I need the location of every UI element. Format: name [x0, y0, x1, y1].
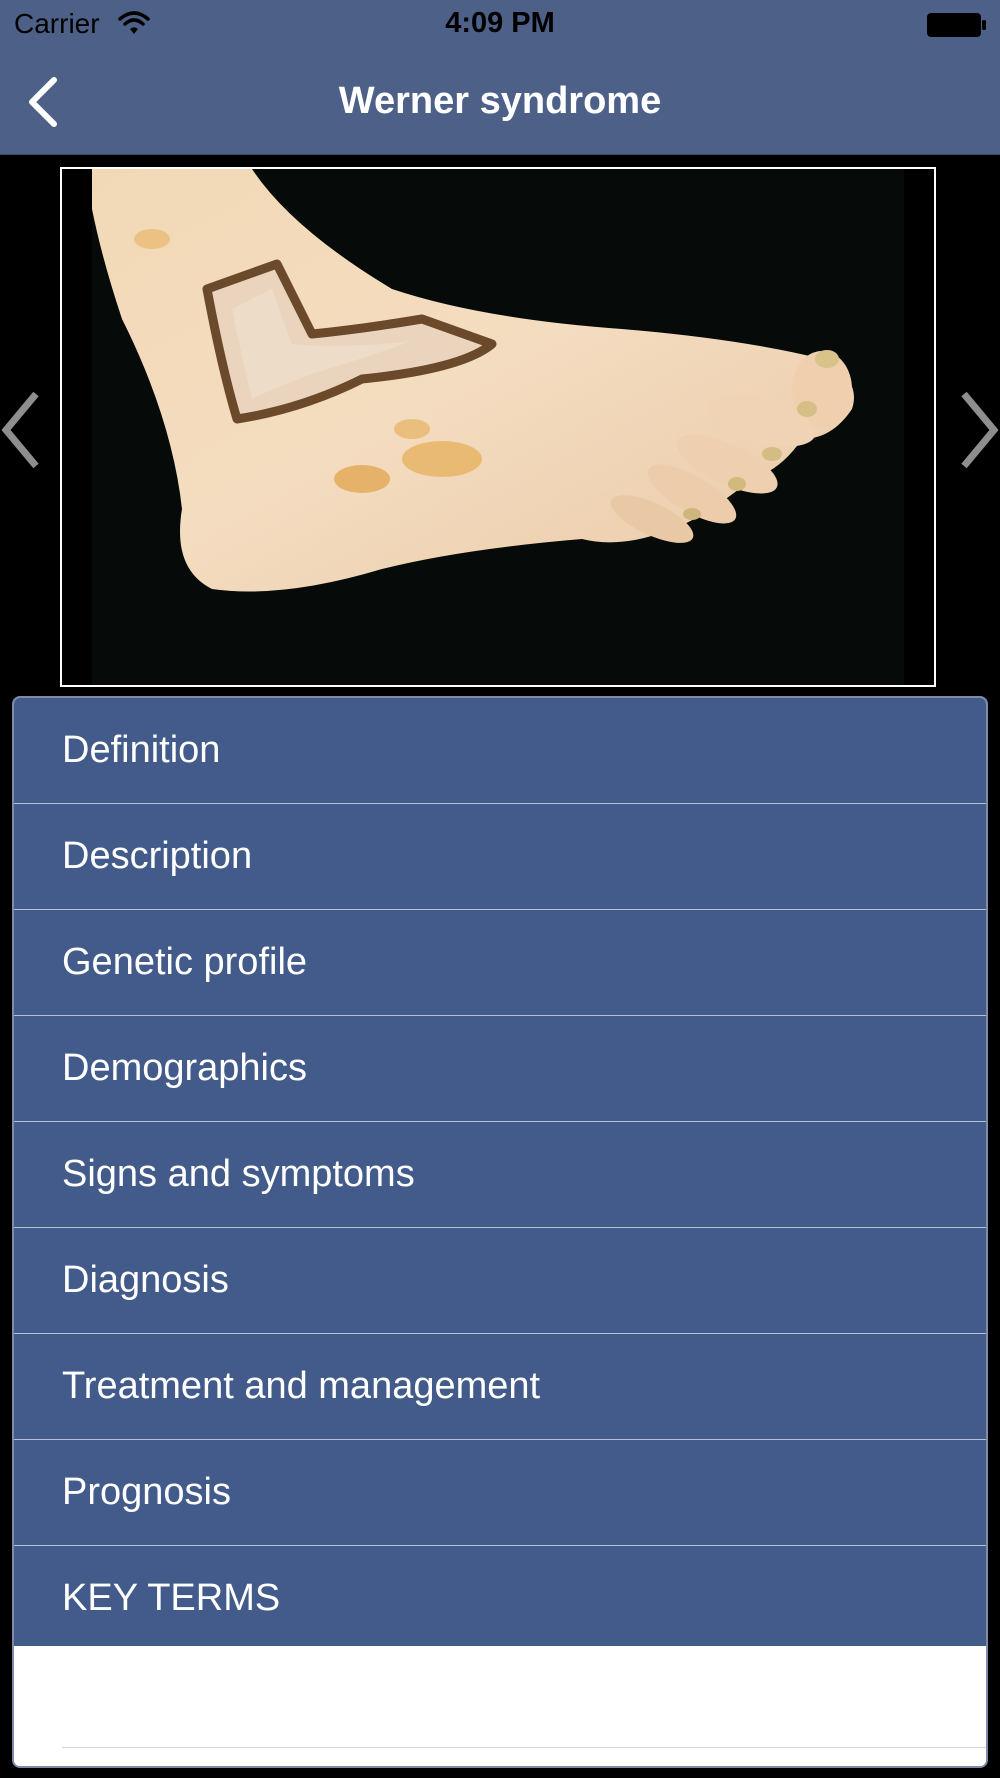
menu-item-label: Description — [62, 835, 253, 877]
chevron-left-icon — [29, 77, 57, 127]
divider — [62, 1747, 986, 1748]
previous-image-button[interactable] — [0, 390, 44, 470]
menu-item-label: Genetic profile — [62, 941, 308, 983]
menu-item-definition[interactable]: Definition — [14, 698, 986, 804]
empty-list-area — [14, 1646, 986, 1766]
menu-item-key-terms[interactable]: KEY TERMS — [14, 1546, 986, 1651]
menu-item-demographics[interactable]: Demographics — [14, 1016, 986, 1122]
menu-item-label: Definition — [62, 729, 221, 771]
navigation-bar: Werner syndrome — [0, 50, 1000, 155]
status-time: 4:09 PM — [445, 7, 555, 39]
status-bar: Carrier 4:09 PM — [0, 0, 1000, 50]
menu-item-prognosis[interactable]: Prognosis — [14, 1440, 986, 1546]
back-button[interactable] — [18, 72, 78, 132]
condition-photo — [60, 167, 936, 687]
menu-item-label: KEY TERMS — [62, 1577, 281, 1619]
chevron-left-icon — [1, 391, 39, 469]
chevron-right-icon — [961, 391, 999, 469]
menu-item-description[interactable]: Description — [14, 804, 986, 910]
menu-item-label: Demographics — [62, 1047, 307, 1089]
section-menu: Definition Description Genetic profile D… — [12, 696, 988, 1768]
menu-item-label: Signs and symptoms — [62, 1153, 415, 1195]
menu-item-label: Prognosis — [62, 1471, 231, 1513]
section-list: Definition Description Genetic profile D… — [14, 698, 986, 1651]
next-image-button[interactable] — [956, 390, 1000, 470]
menu-item-signs-and-symptoms[interactable]: Signs and symptoms — [14, 1122, 986, 1228]
menu-item-label: Diagnosis — [62, 1259, 229, 1301]
menu-item-diagnosis[interactable]: Diagnosis — [14, 1228, 986, 1334]
page-title: Werner syndrome — [338, 80, 662, 122]
battery-icon — [927, 13, 986, 37]
menu-item-label: Treatment and management — [62, 1365, 541, 1407]
image-gallery — [0, 155, 1000, 695]
menu-item-treatment-and-management[interactable]: Treatment and management — [14, 1334, 986, 1440]
menu-item-genetic-profile[interactable]: Genetic profile — [14, 910, 986, 1016]
